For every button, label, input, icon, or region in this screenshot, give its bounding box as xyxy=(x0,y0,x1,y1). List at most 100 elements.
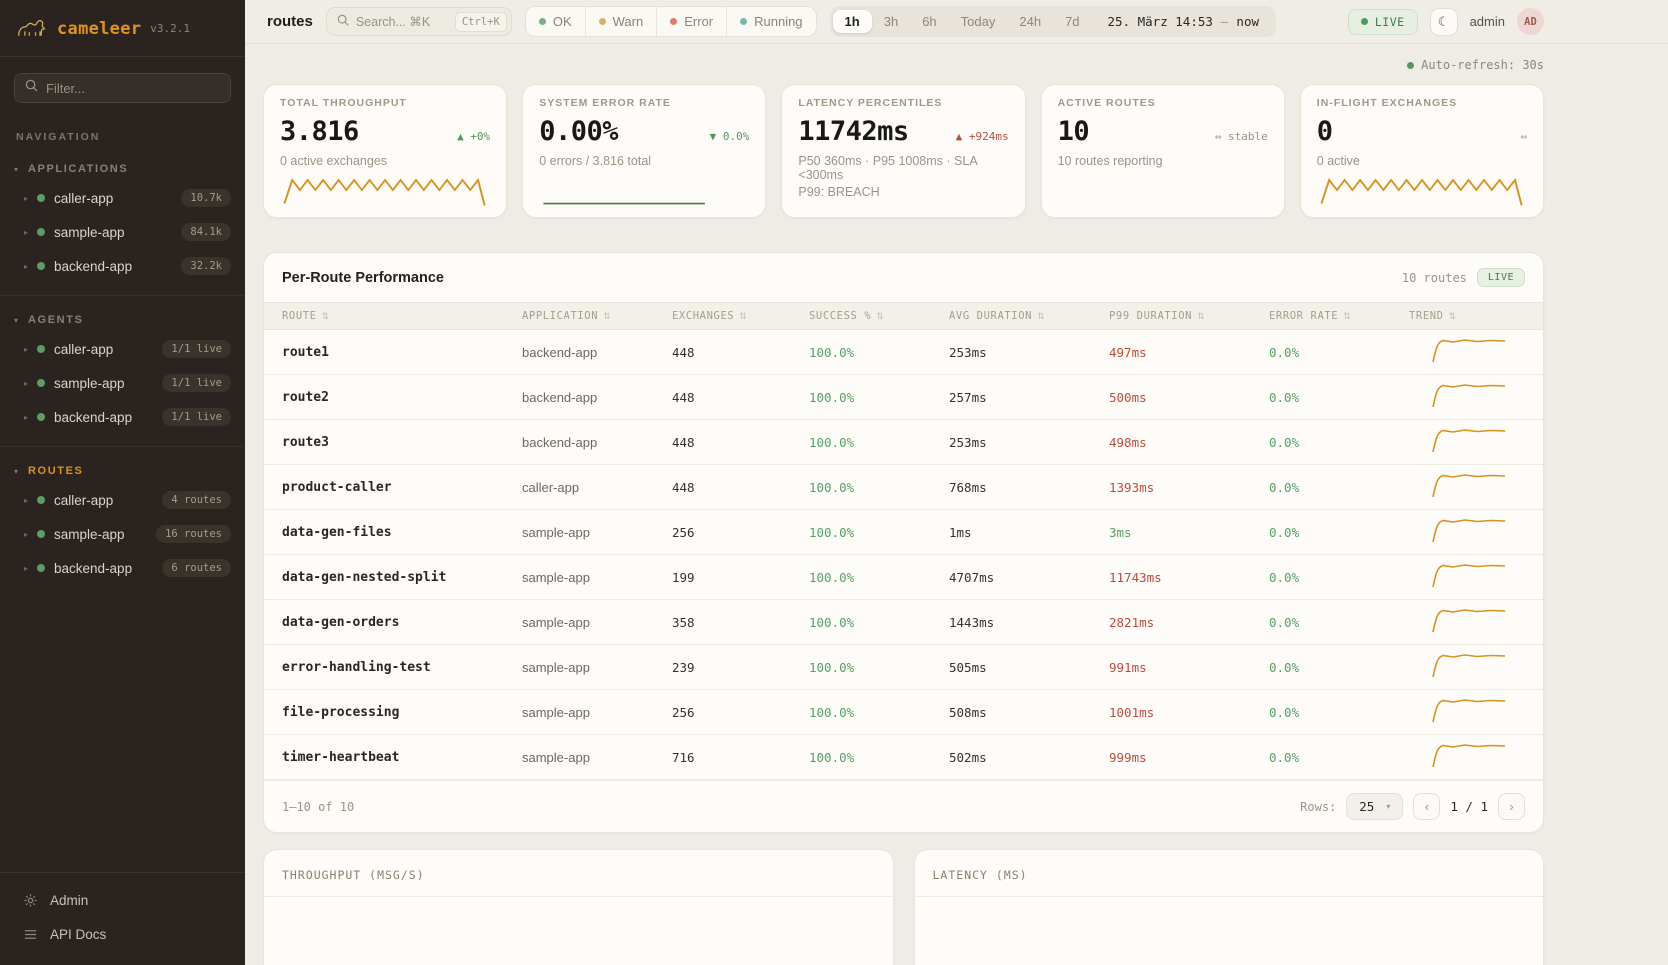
sidebar-item-admin[interactable]: Admin xyxy=(0,883,245,917)
prev-page-button[interactable]: ‹ xyxy=(1413,793,1440,820)
next-page-button[interactable]: › xyxy=(1498,793,1525,820)
cell-success: 100.0% xyxy=(809,570,949,585)
time-range-button[interactable]: 1h xyxy=(833,10,872,33)
sidebar-item-route-group[interactable]: ▸ caller-app 4 routes xyxy=(0,483,245,517)
time-range-button[interactable]: 3h xyxy=(872,10,910,33)
cell-success: 100.0% xyxy=(809,660,949,675)
kpi-label: ACTIVE ROUTES xyxy=(1058,97,1268,109)
sidebar-filter[interactable] xyxy=(14,73,231,103)
table-row[interactable]: error-handling-test sample-app 239 100.0… xyxy=(264,645,1543,690)
cell-exchanges: 256 xyxy=(672,525,809,540)
global-search[interactable]: Ctrl+K xyxy=(326,7,512,36)
sidebar-item-agent[interactable]: ▸ caller-app 1/1 live xyxy=(0,332,245,366)
group-header-routes[interactable]: ▾ ROUTES xyxy=(0,457,245,483)
kpi-delta: ▼ 0.0% xyxy=(710,130,750,143)
group-header-agents[interactable]: ▾ AGENTS xyxy=(0,306,245,332)
sidebar-item-api-docs[interactable]: API Docs xyxy=(0,917,245,951)
column-header[interactable]: P99 DURATION ⇅ xyxy=(1109,310,1269,322)
cell-error-rate: 0.0% xyxy=(1269,525,1409,540)
sidebar-item-route-group[interactable]: ▸ sample-app 16 routes xyxy=(0,517,245,551)
table-row[interactable]: file-processing sample-app 256 100.0% 50… xyxy=(264,690,1543,735)
table-row[interactable]: product-caller caller-app 448 100.0% 768… xyxy=(264,465,1543,510)
column-header[interactable]: TREND ⇅ xyxy=(1409,310,1525,322)
table-row[interactable]: route1 backend-app 448 100.0% 253ms 497m… xyxy=(264,330,1543,375)
kpi-sparkline xyxy=(1058,171,1268,209)
cell-trend-sparkline xyxy=(1409,740,1525,775)
cell-avg-duration: 768ms xyxy=(949,480,1109,495)
avatar[interactable]: AD xyxy=(1517,8,1544,35)
rows-per-page-select[interactable]: 25 ▾ xyxy=(1346,793,1403,820)
status-filter-button[interactable]: OK xyxy=(526,7,585,36)
sidebar-item-label: sample-app xyxy=(54,225,172,240)
sidebar-item-application[interactable]: ▸ backend-app 32.2k xyxy=(0,249,245,283)
table-row[interactable]: timer-heartbeat sample-app 716 100.0% 50… xyxy=(264,735,1543,780)
table-row[interactable]: route3 backend-app 448 100.0% 253ms 498m… xyxy=(264,420,1543,465)
table-row[interactable]: data-gen-nested-split sample-app 199 100… xyxy=(264,555,1543,600)
routes-list: ▸ caller-app 4 routes ▸ sample-app 16 ro… xyxy=(0,483,245,585)
time-range-button[interactable]: Today xyxy=(949,10,1008,33)
cell-p99-duration: 991ms xyxy=(1109,660,1269,675)
column-header-label: AVG DURATION xyxy=(949,310,1032,322)
chevron-right-icon: ▸ xyxy=(24,530,28,539)
column-header[interactable]: SUCCESS % ⇅ xyxy=(809,310,949,322)
cell-avg-duration: 253ms xyxy=(949,435,1109,450)
cell-exchanges: 199 xyxy=(672,570,809,585)
cell-success: 100.0% xyxy=(809,525,949,540)
sort-icon: ⇅ xyxy=(322,311,330,322)
cell-application: sample-app xyxy=(522,660,672,675)
sidebar-item-agent[interactable]: ▸ backend-app 1/1 live xyxy=(0,400,245,434)
sidebar-item-route-group[interactable]: ▸ backend-app 6 routes xyxy=(0,551,245,585)
brand[interactable]: cameleer v3.2.1 xyxy=(0,0,245,57)
sidebar-item-application[interactable]: ▸ caller-app 10.7k xyxy=(0,181,245,215)
kpi-sparkline xyxy=(280,171,490,209)
group-header-applications[interactable]: ▾ APPLICATIONS xyxy=(0,155,245,181)
cell-success: 100.0% xyxy=(809,345,949,360)
sidebar-item-badge: 1/1 live xyxy=(162,408,231,426)
sort-icon: ⇅ xyxy=(603,311,611,322)
cell-trend-sparkline xyxy=(1409,380,1525,415)
column-header[interactable]: APPLICATION ⇅ xyxy=(522,310,672,322)
time-range-button[interactable]: 7d xyxy=(1053,10,1091,33)
kpi-card: SYSTEM ERROR RATE 0.00% ▼ 0.0% 0 errors … xyxy=(522,84,766,218)
sidebar-item-badge: 32.2k xyxy=(181,257,231,275)
content-area: Auto-refresh: 30s TOTAL THROUGHPUT 3.816… xyxy=(245,44,1668,965)
table-row[interactable]: route2 backend-app 448 100.0% 257ms 500m… xyxy=(264,375,1543,420)
search-icon xyxy=(25,79,38,97)
chevron-down-icon: ▾ xyxy=(1386,802,1390,811)
status-filter-button[interactable]: Error xyxy=(656,7,726,36)
sidebar-item-application[interactable]: ▸ sample-app 84.1k xyxy=(0,215,245,249)
sidebar-item-badge: 16 routes xyxy=(156,525,231,543)
theme-toggle-button[interactable]: ☾ xyxy=(1430,8,1458,36)
column-header[interactable]: ROUTE ⇅ xyxy=(282,310,522,322)
page-indicator: 1 / 1 xyxy=(1450,799,1488,814)
chevron-left-icon: ‹ xyxy=(1425,799,1429,814)
search-input[interactable] xyxy=(356,15,448,29)
status-filter-label: Running xyxy=(754,14,802,29)
cell-application: sample-app xyxy=(522,525,672,540)
group-label: APPLICATIONS xyxy=(28,163,128,175)
live-badge[interactable]: LIVE xyxy=(1348,9,1418,35)
chevron-right-icon: ▸ xyxy=(24,413,28,422)
filter-input[interactable] xyxy=(46,81,220,96)
column-header[interactable]: ERROR RATE ⇅ xyxy=(1269,310,1409,322)
status-filter-button[interactable]: Warn xyxy=(585,7,657,36)
date-range-picker[interactable]: 25. März 14:53 — now xyxy=(1092,14,1273,29)
time-range-button[interactable]: 6h xyxy=(910,10,948,33)
per-route-performance-panel: Per-Route Performance 10 routes LIVE ROU… xyxy=(263,252,1544,833)
column-header[interactable]: EXCHANGES ⇅ xyxy=(672,310,809,322)
column-header[interactable]: AVG DURATION ⇅ xyxy=(949,310,1109,322)
sidebar-group-routes: ▾ ROUTES ▸ caller-app 4 routes ▸ sample-… xyxy=(0,446,245,597)
kpi-value: 0.00% xyxy=(539,116,618,147)
status-dot-icon xyxy=(37,413,45,421)
table-row[interactable]: data-gen-orders sample-app 358 100.0% 14… xyxy=(264,600,1543,645)
sidebar-item-agent[interactable]: ▸ sample-app 1/1 live xyxy=(0,366,245,400)
status-filter-button[interactable]: Running xyxy=(726,7,815,36)
sort-icon: ⇅ xyxy=(1197,311,1205,322)
chevron-right-icon: ▸ xyxy=(24,194,28,203)
cell-exchanges: 448 xyxy=(672,435,809,450)
table-row[interactable]: data-gen-files sample-app 256 100.0% 1ms… xyxy=(264,510,1543,555)
time-range-button[interactable]: 24h xyxy=(1007,10,1053,33)
sidebar-item-label: sample-app xyxy=(54,527,147,542)
kpi-label: TOTAL THROUGHPUT xyxy=(280,97,490,109)
cell-exchanges: 358 xyxy=(672,615,809,630)
